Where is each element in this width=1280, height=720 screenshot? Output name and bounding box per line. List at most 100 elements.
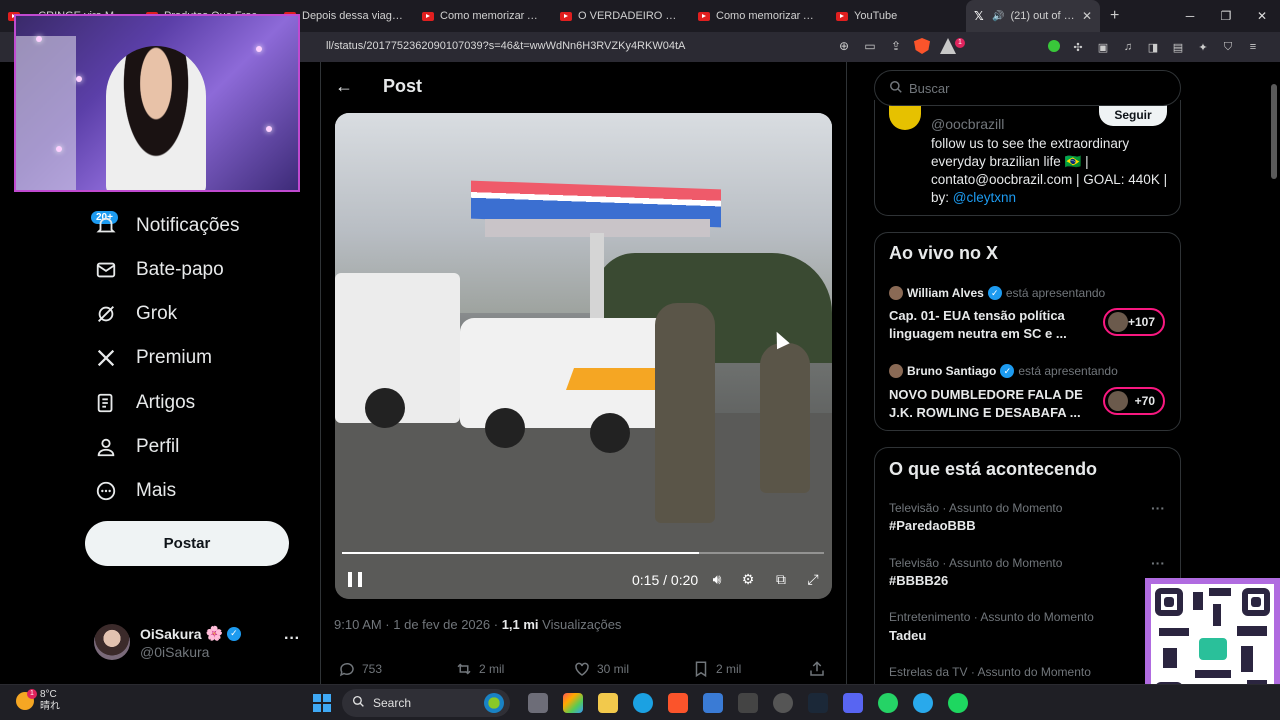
spotify-icon[interactable]	[948, 693, 968, 713]
avatar	[94, 624, 130, 660]
live-item-title[interactable]: NOVO DUMBLEDORE FALA DE J.K. ROWLING E D…	[889, 386, 1089, 422]
wallet-icon[interactable]: ▣	[1096, 40, 1110, 54]
who-to-follow-card: @oocbrazill Seguir follow us to see the …	[874, 100, 1181, 216]
task-view-icon[interactable]	[528, 693, 548, 713]
close-window-button[interactable]: ✕	[1244, 0, 1280, 32]
bio-link[interactable]: @cleytxnn	[953, 190, 1016, 205]
brave-rewards-icon[interactable]	[940, 38, 956, 54]
minimize-button[interactable]: ─	[1172, 0, 1208, 32]
follow-handle[interactable]: @oocbrazill	[931, 116, 1004, 132]
url-text[interactable]: ll/status/2017752362090107039?s=46&t=wwW…	[326, 40, 685, 52]
notification-count-badge: 1	[955, 38, 965, 48]
x-logo-icon: 𝕏	[974, 9, 984, 23]
close-tab-icon[interactable]: ✕	[1082, 9, 1092, 23]
divider	[846, 62, 847, 684]
scrollbar-thumb[interactable]	[1271, 84, 1277, 179]
pause-icon[interactable]	[348, 572, 362, 587]
views-label: Visualizações	[542, 617, 622, 632]
weather-widget[interactable]: 1 8°C 晴れ	[16, 689, 60, 713]
nav-item-premium[interactable]: Premium	[94, 342, 212, 374]
discord-icon[interactable]	[843, 693, 863, 713]
decor-light	[56, 146, 62, 152]
nav-item-grok[interactable]: Grok	[94, 298, 177, 330]
telegram-icon[interactable]	[913, 693, 933, 713]
capcut-icon[interactable]	[738, 693, 758, 713]
more-dots-icon[interactable]: ···	[284, 630, 300, 648]
trend-name[interactable]: Tadeu	[889, 628, 926, 643]
brave-icon[interactable]	[668, 693, 688, 713]
browser-tab[interactable]: YouTube	[828, 0, 966, 32]
store-icon[interactable]	[703, 693, 723, 713]
leo-icon[interactable]: ✦	[1196, 40, 1210, 54]
vpn-icon[interactable]	[1048, 40, 1060, 52]
follow-bio: follow us to see the extraordinary every…	[931, 136, 1168, 205]
more-dots-icon[interactable]: ···	[1151, 500, 1165, 516]
trend-category: Entretenimento · Assunto do Momento	[889, 610, 1094, 624]
new-tab-button[interactable]: +	[1110, 7, 1119, 25]
steam-icon[interactable]	[808, 693, 828, 713]
qr-finder	[1155, 588, 1183, 616]
reader-icon[interactable]: ▭	[862, 38, 878, 54]
menu-icon[interactable]: ≡	[1246, 40, 1260, 54]
bookmark-button[interactable]: 2 mil	[692, 660, 741, 678]
repost-button[interactable]: 2 mil	[455, 660, 504, 678]
pip-icon[interactable]: ⧉	[772, 570, 790, 588]
edge-icon[interactable]	[633, 693, 653, 713]
zoom-icon[interactable]: ⊕	[836, 38, 852, 54]
trend-category: Estrelas da TV · Assunto do Momento	[889, 665, 1091, 679]
browser-tab[interactable]: O VERDADEIRO MOTIV...	[552, 0, 690, 32]
extensions-icon[interactable]: ✣	[1071, 40, 1085, 54]
restore-button[interactable]: ❐	[1208, 0, 1244, 32]
reply-button[interactable]: 753	[338, 660, 382, 678]
share-button[interactable]	[808, 660, 826, 678]
copilot-icon[interactable]	[563, 693, 583, 713]
obs-icon[interactable]	[773, 693, 793, 713]
browser-tab-active[interactable]: 𝕏🔊(21) out of cont...✕	[966, 0, 1100, 32]
live-item-title[interactable]: Cap. 01- EUA tensão política linguagem n…	[889, 307, 1089, 343]
globe-icon	[484, 693, 504, 713]
taskbar-search[interactable]: Search	[342, 689, 510, 717]
verified-icon: ✓	[1000, 364, 1015, 378]
profile-name: OiSakura 🌸 ✓	[140, 625, 241, 642]
search-input[interactable]: Buscar	[874, 70, 1181, 106]
brave-shield-icon[interactable]	[914, 38, 930, 54]
video-player[interactable]	[335, 113, 832, 599]
more-dots-icon[interactable]: ···	[1151, 555, 1165, 571]
video-progress-bar[interactable]	[342, 552, 824, 554]
like-button[interactable]: 30 mil	[573, 660, 629, 678]
whatsapp-icon[interactable]	[878, 693, 898, 713]
sidebar-icon[interactable]: ◨	[1146, 40, 1160, 54]
nav-item-profile[interactable]: Perfil	[94, 431, 179, 463]
trend-name[interactable]: #ParedaoBBB	[889, 518, 976, 533]
browser-tab[interactable]: Como memorizar ABSC...	[690, 0, 828, 32]
qr-module	[1213, 604, 1221, 626]
settings-gear-icon[interactable]: ⚙	[739, 570, 757, 588]
nav-item-chat[interactable]: Bate-papo	[94, 254, 224, 286]
nav-item-notifications[interactable]: Notificações	[94, 210, 240, 242]
qr-module	[1195, 670, 1231, 678]
windows-start-icon[interactable]	[313, 694, 331, 712]
nav-item-articles[interactable]: Artigos	[94, 387, 195, 419]
share-icon[interactable]: ⇪	[888, 38, 904, 54]
live-listeners-pill[interactable]: +107	[1103, 308, 1165, 336]
volume-icon[interactable]: 🔊︎	[708, 570, 726, 588]
browser-tab[interactable]: Como memorizar ABSC...	[414, 0, 552, 32]
file-explorer-icon[interactable]	[598, 693, 618, 713]
nav-item-more[interactable]: Mais	[94, 475, 176, 507]
music-icon[interactable]: ♫	[1121, 40, 1135, 54]
qr-finder	[1242, 588, 1270, 616]
weather-desc: 晴れ	[40, 701, 60, 712]
weather-temp: 8°C	[40, 689, 57, 700]
live-listeners-pill[interactable]: +70	[1103, 387, 1165, 415]
wallet2-icon[interactable]: ▤	[1171, 40, 1185, 54]
fullscreen-icon[interactable]: ⤢	[804, 570, 822, 588]
vpn-shield-icon[interactable]: ⛉	[1221, 40, 1235, 54]
share-icon	[808, 660, 826, 678]
trend-name[interactable]: #BBBB26	[889, 573, 948, 588]
speaker-icon[interactable]: 🔊	[992, 11, 1004, 22]
search-icon	[889, 80, 903, 97]
account-switcher[interactable]: OiSakura 🌸 ✓ @0iSakura ···	[94, 624, 308, 664]
post-timestamp[interactable]: 9:10 AM · 1 de fev de 2026 ·	[334, 617, 498, 632]
back-arrow-icon[interactable]: ←	[335, 76, 353, 97]
post-button[interactable]: Postar	[85, 521, 289, 566]
